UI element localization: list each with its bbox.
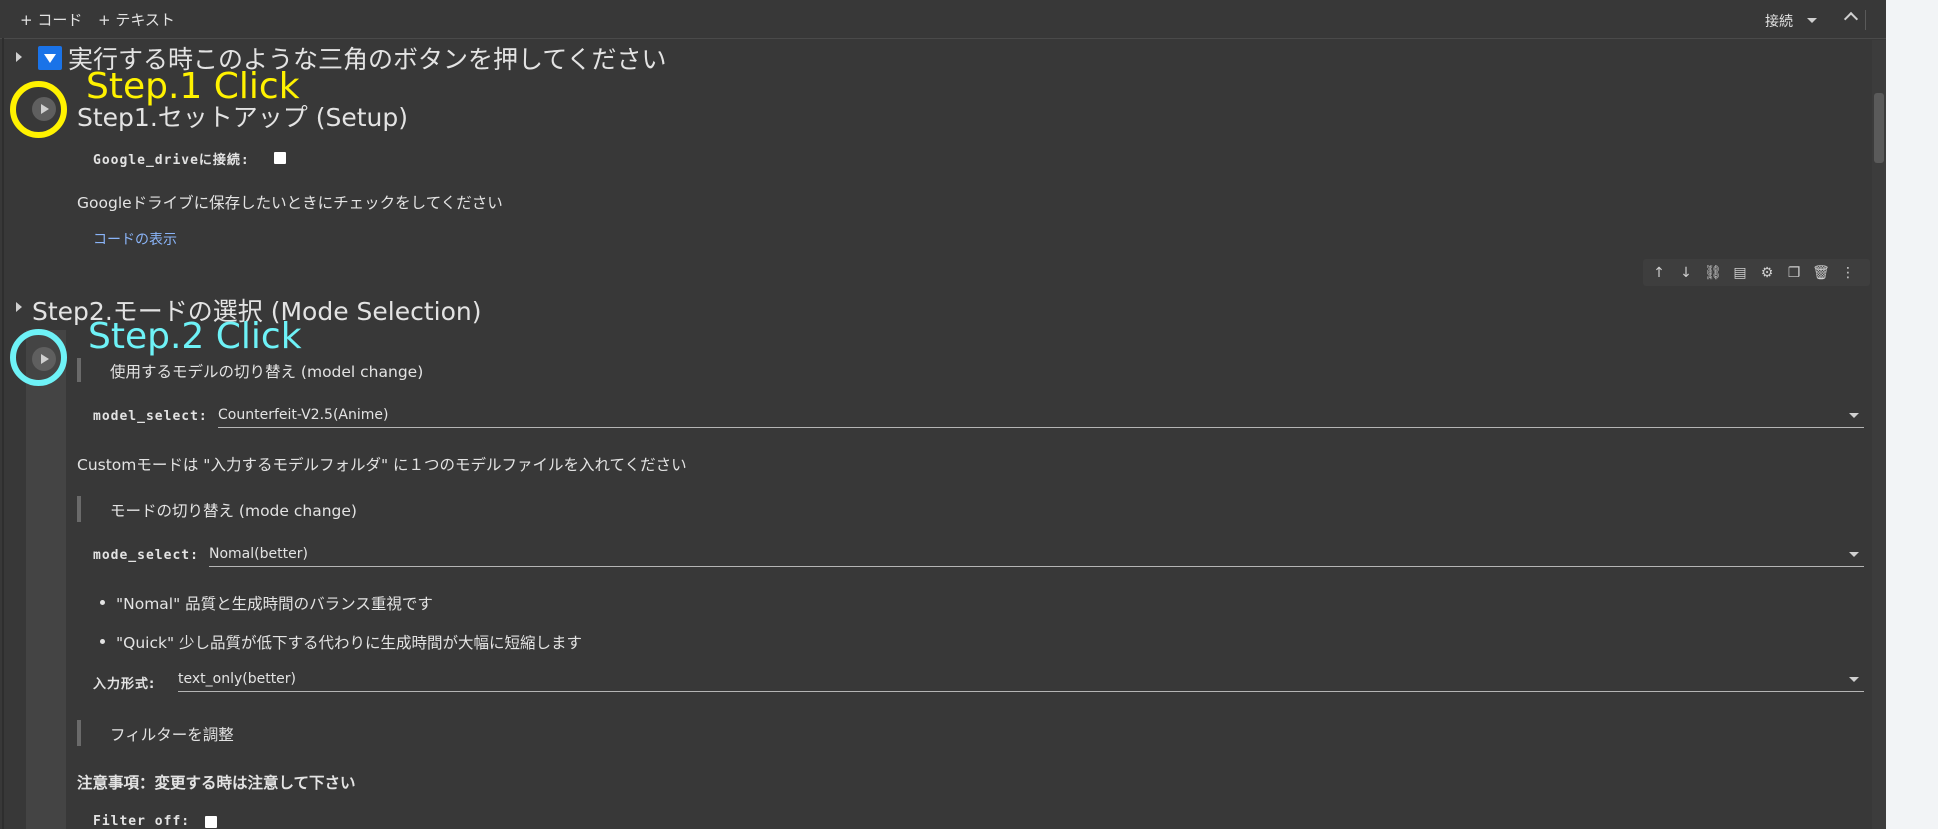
notebook-toolbar [0,0,1886,39]
step2-run-cell-button[interactable] [32,347,56,371]
model-select-dropdown[interactable]: Counterfeit-V2.5(Anime) [218,405,1864,428]
section-collapse-caret-icon[interactable] [16,52,22,62]
mode-select-value: Nomal(better) [209,546,308,562]
google-drive-description: Googleドライブに保存したいときにチェックをしてください [77,194,503,212]
add-text-button[interactable]: + テキスト [98,9,175,30]
bullet-quick: "Quick" 少し品質が低下する代わりに生成時間が大幅に短縮します [116,634,583,652]
bullet-dot [100,600,105,605]
toolbar-divider [1865,10,1866,30]
trash-icon[interactable]: 🗑 [1811,263,1831,283]
filter-heading-quote-bar [77,720,81,746]
connect-button[interactable]: 接続 [1765,11,1793,31]
filter-heading: フィルターを調整 [110,726,234,744]
step2-annotation: Step.2 Click [88,316,302,357]
mode-heading-quote-bar [77,496,81,522]
bullet-dot [100,639,105,644]
filter-off-checkbox[interactable] [205,816,217,828]
caution-note: 注意事項：変更する時は注意して下さい [77,774,356,792]
google-drive-checkbox[interactable] [274,152,286,164]
input-format-value: text_only(better) [178,671,297,687]
add-code-button[interactable]: + コード [20,9,82,30]
step1-title: Step1.セットアップ (Setup) [77,103,408,132]
input-format-dropdown[interactable]: text_only(better) [178,669,1864,692]
model-select-value: Counterfeit-V2.5(Anime) [218,407,389,423]
link-icon[interactable]: ⛓ [1703,263,1723,283]
model-change-heading: 使用するモデルの切り替え (model change) [110,363,424,381]
mode-select-dropdown[interactable]: Nomal(better) [209,544,1864,567]
model-select-label: model_select: [93,409,208,424]
input-format-label: 入力形式: [93,677,156,692]
comment-icon[interactable]: ▤ [1730,263,1750,283]
custom-mode-note: Customモードは "入力するモデルフォルダ" に１つのモデルファイルを入れて… [77,456,687,474]
mode-select-label: mode_select: [93,548,199,563]
filter-off-label: Filter off: [93,814,191,829]
arrow-down-icon[interactable]: ↓ [1676,263,1696,283]
connect-dropdown-icon[interactable] [1807,18,1817,23]
step2-collapse-caret-icon[interactable] [16,302,22,312]
chevron-down-icon [1849,552,1859,557]
step1-run-cell-button[interactable] [32,97,56,121]
step2-cell-gutter [26,330,66,829]
mode-change-heading: モードの切り替え (mode change) [110,502,357,520]
copy-icon[interactable]: ❐ [1784,263,1804,283]
cell-toolbar: ↑ ↓ ⛓ ▤ ⚙ ❐ 🗑 ⋮ [1643,259,1870,286]
model-heading-quote-bar [77,358,81,382]
arrow-up-icon[interactable]: ↑ [1649,263,1669,283]
gear-icon[interactable]: ⚙ [1757,263,1777,283]
show-code-link[interactable]: コードの表示 [93,229,177,249]
chevron-down-icon [1849,677,1859,682]
scrollbar-thumb[interactable] [1874,93,1884,163]
notebook-left-border [2,38,4,829]
down-arrow-emoji-icon [38,46,62,70]
google-drive-label: Google_driveに接続: [93,153,250,168]
chevron-down-icon [1849,413,1859,418]
bullet-nomal: "Nomal" 品質と生成時間のバランス重視です [116,595,433,613]
side-panel-background [1886,0,1938,829]
more-icon[interactable]: ⋮ [1838,263,1858,283]
